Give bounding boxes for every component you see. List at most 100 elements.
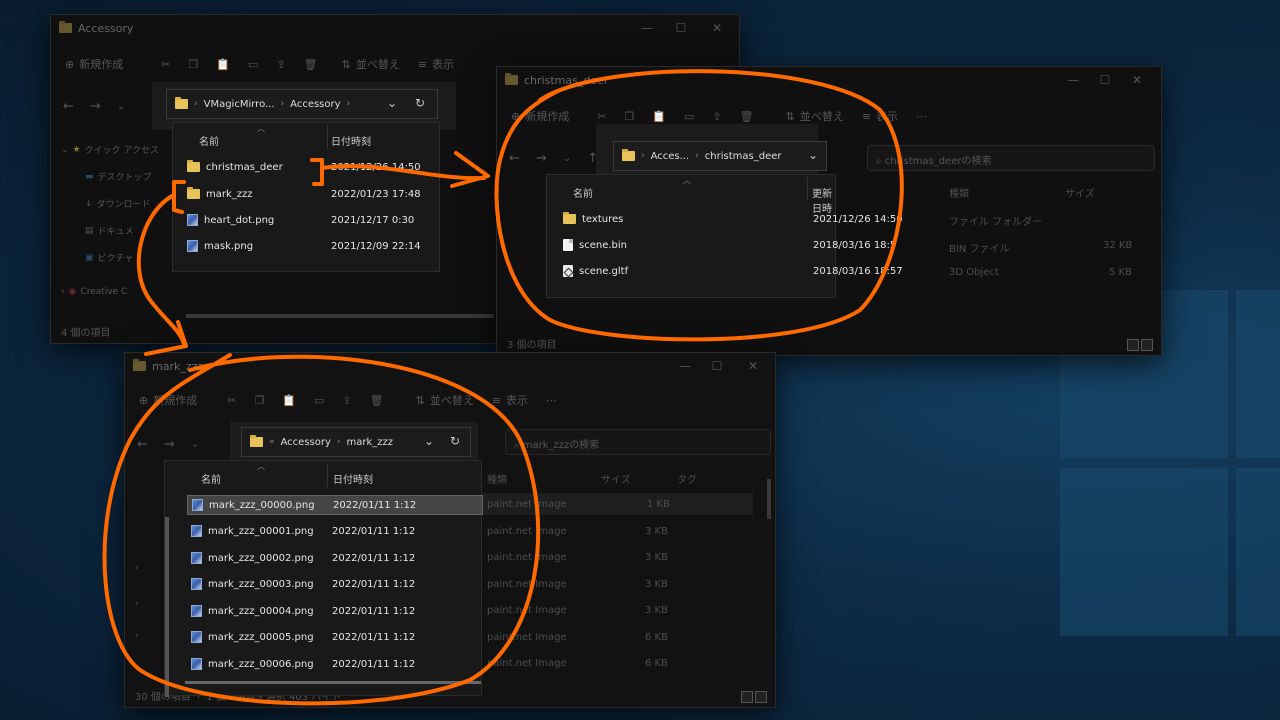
file-row[interactable]: mask.png 2021/12/09 22:14 [187,236,437,256]
sort-button[interactable]: ⇅ 並べ替え [416,392,474,408]
rename-icon[interactable]: ▭ [314,394,324,407]
file-row[interactable]: mark_zzz_00005.png 2022/01/11 1:12 [187,627,483,647]
view-button[interactable]: ≡ 表示 [418,56,454,72]
chevron-down-icon[interactable]: ⌄ [808,148,818,162]
minimize-button[interactable]: — [1057,67,1089,93]
copy-icon[interactable]: ❐ [624,110,634,123]
new-button[interactable]: ⊕ 新規作成 [511,108,569,124]
tiles-view-icon[interactable] [1141,339,1153,351]
column-header-type[interactable]: 種類 [949,185,969,200]
sidebar-item-downloads[interactable]: ↓ ダウンロード [85,197,151,211]
forward-arrow-icon[interactable]: → [90,99,101,114]
chevron-down-icon[interactable]: ⌄ [117,101,125,112]
chevron-down-icon[interactable]: ⌄ [563,153,571,164]
sidebar-expander[interactable]: › [135,631,139,641]
share-icon[interactable]: ⇪ [712,110,721,123]
cut-icon[interactable]: ✂ [161,58,170,71]
file-row[interactable]: mark_zzz 2022/01/23 17:48 [187,184,437,204]
delete-icon[interactable]: 🗑 [740,110,754,123]
view-button[interactable]: ≡ 表示 [492,392,528,408]
maximize-button[interactable]: ☐ [665,15,697,41]
forward-arrow-icon[interactable]: → [536,151,547,166]
chevron-down-icon[interactable]: ⌄ [387,96,397,110]
share-icon[interactable]: ⇪ [342,394,351,407]
cut-icon[interactable]: ✂ [227,394,236,407]
file-row-selected[interactable]: mark_zzz_00000.png 2022/01/11 1:12 [187,495,483,515]
breadcrumb-part[interactable]: Accessory [290,99,340,110]
chevron-down-icon[interactable]: ⌄ [191,439,199,450]
view-toggle[interactable] [741,691,767,703]
delete-icon[interactable]: 🗑 [370,394,384,407]
address-bar[interactable]: › VMagicMirro... › Accessory › ⌄ ↻ [166,89,438,119]
horizontal-scrollbar[interactable] [185,681,481,684]
forward-arrow-icon[interactable]: → [164,437,175,452]
column-header-type[interactable]: 種類 [487,471,507,486]
copy-icon[interactable]: ❐ [188,58,198,71]
column-header-size[interactable]: サイズ [601,471,631,486]
sidebar-item-desktop[interactable]: ▬ デスクトップ [85,170,152,184]
share-icon[interactable]: ⇪ [276,58,285,71]
view-toggle[interactable] [1127,339,1153,351]
tiles-view-icon[interactable] [755,691,767,703]
file-row[interactable]: scene.gltf 2018/03/16 18:57 [563,261,903,281]
file-row[interactable]: mark_zzz_00003.png 2022/01/11 1:12 [187,574,483,594]
column-header-date[interactable]: 日付時刻 [331,133,371,148]
file-row[interactable]: mark_zzz_00006.png 2022/01/11 1:12 [187,654,483,674]
minimize-button[interactable]: — [669,353,701,379]
column-header-name[interactable]: 名前 [573,185,593,200]
sidebar-item-documents[interactable]: ▤ ドキュメ [85,224,134,238]
column-header-name[interactable]: 名前 [199,133,219,148]
file-row[interactable]: scene.bin 2018/03/16 18:5 [563,235,896,255]
copy-icon[interactable]: ❐ [254,394,264,407]
close-button[interactable]: ✕ [737,353,769,379]
file-row[interactable]: christmas_deer 2021/12/26 14:50 [187,157,437,177]
paste-icon[interactable]: 📋 [282,394,296,407]
address-bar[interactable]: › Acces... › christmas_deer ⌄ [613,141,827,171]
file-row[interactable]: mark_zzz_00001.png 2022/01/11 1:12 [187,521,483,541]
paste-icon[interactable]: 📋 [652,110,666,123]
refresh-icon[interactable]: ↻ [415,96,425,110]
details-view-icon[interactable] [741,691,753,703]
new-button[interactable]: ⊕ 新規作成 [65,56,123,72]
file-row[interactable]: textures 2021/12/26 14:50 [563,209,903,229]
column-header-size[interactable]: サイズ [1065,185,1095,200]
rename-icon[interactable]: ▭ [684,110,694,123]
maximize-button[interactable]: ☐ [701,353,733,379]
maximize-button[interactable]: ☐ [1089,67,1121,93]
sort-button[interactable]: ⇅ 並べ替え [342,56,400,72]
more-options-icon[interactable]: ⋯ [916,110,927,123]
view-button[interactable]: ≡ 表示 [862,108,898,124]
details-view-icon[interactable] [1127,339,1139,351]
refresh-icon[interactable]: ↻ [450,434,460,448]
close-button[interactable]: ✕ [1121,67,1153,93]
chevron-down-icon[interactable]: ⌄ [424,434,434,448]
back-arrow-icon[interactable]: ← [63,99,74,114]
minimize-button[interactable]: — [631,15,663,41]
breadcrumb-part[interactable]: Acces... [651,151,690,162]
vertical-scrollbar[interactable] [767,479,771,519]
sidebar-expander[interactable]: › [135,599,139,609]
file-row[interactable]: mark_zzz_00004.png 2022/01/11 1:12 [187,601,483,621]
column-header-tag[interactable]: タグ [677,471,697,486]
breadcrumb-part[interactable]: christmas_deer [705,151,782,162]
delete-icon[interactable]: 🗑 [304,58,318,71]
close-button[interactable]: ✕ [701,15,733,41]
back-arrow-icon[interactable]: ← [137,437,148,452]
address-bar[interactable]: « Accessory › mark_zzz ⌄ ↻ [241,427,471,457]
back-arrow-icon[interactable]: ← [509,151,520,166]
horizontal-scrollbar[interactable] [186,314,494,318]
breadcrumb-part[interactable]: Accessory [281,437,331,448]
breadcrumb-part[interactable]: mark_zzz [347,437,394,448]
file-row[interactable]: heart_dot.png 2021/12/17 0:30 [187,210,437,230]
sidebar-item-quick-access[interactable]: ⌄ ★ クイック アクセス [61,143,159,157]
column-header-name[interactable]: 名前 [201,471,221,486]
sidebar-item-creative-cloud[interactable]: › ◉ Creative C [61,287,127,297]
search-input[interactable]: ⌕ christmas_deerの検索 [867,145,1155,171]
paste-icon[interactable]: 📋 [216,58,230,71]
sidebar-expander[interactable]: › [135,563,139,573]
file-row[interactable]: mark_zzz_00002.png 2022/01/11 1:12 [187,548,483,568]
column-header-date[interactable]: 日付時刻 [333,471,373,486]
new-button[interactable]: ⊕ 新規作成 [139,392,197,408]
more-options-icon[interactable]: ⋯ [546,394,557,407]
vertical-scrollbar[interactable] [165,517,169,697]
